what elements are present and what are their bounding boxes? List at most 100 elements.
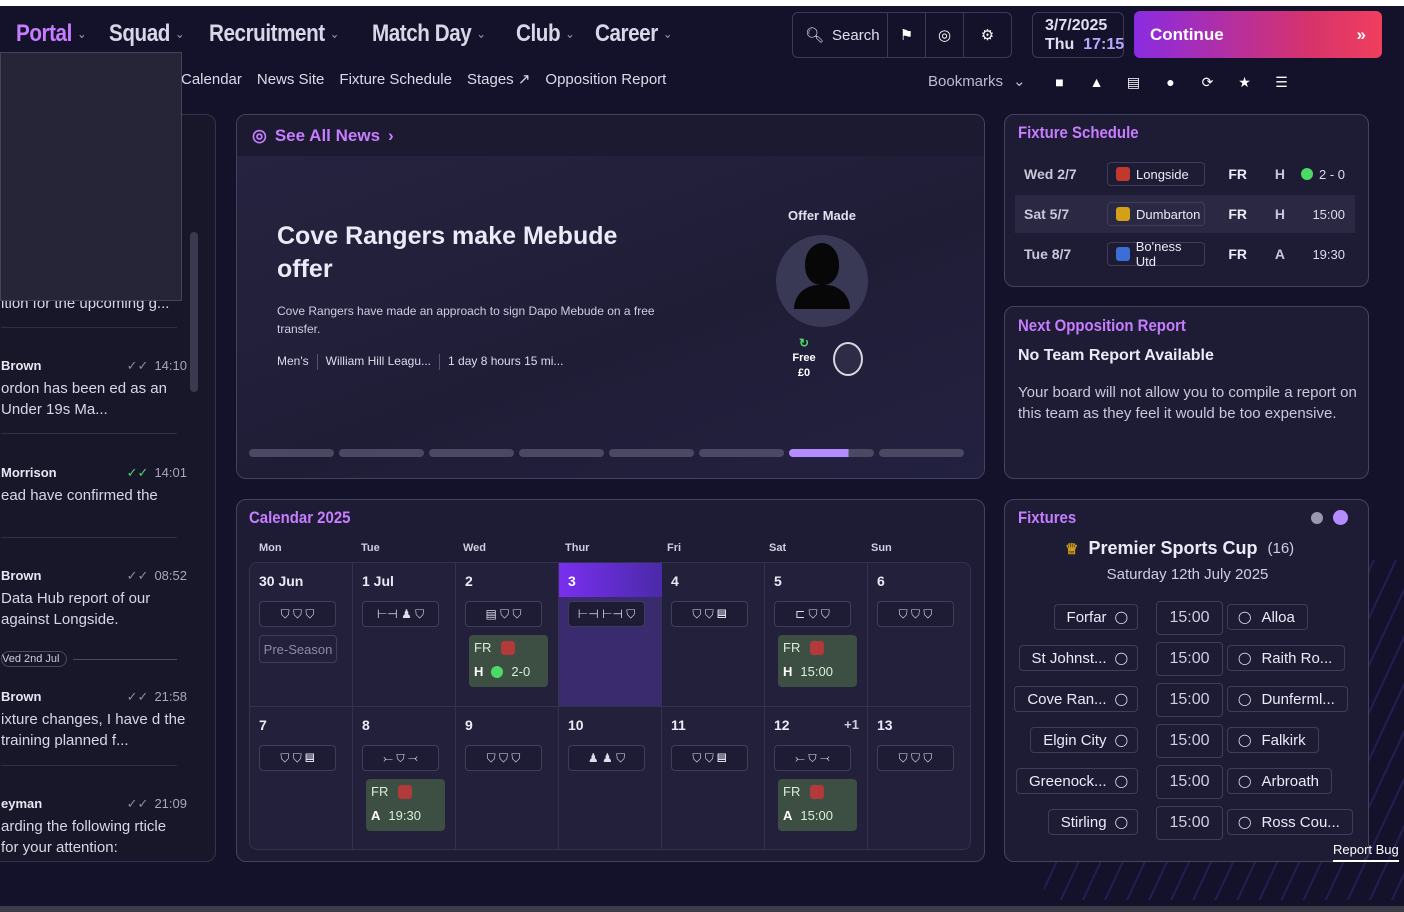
- message-item[interactable]: Brown ✓✓ 14:10 ordon has been ed as an Und…: [1, 355, 187, 420]
- date-display[interactable]: 3/7/2025 Thu 17:15: [1032, 12, 1124, 58]
- report-bug-link[interactable]: Report Bug: [1333, 842, 1399, 862]
- subnav-stages[interactable]: Stages ↗: [467, 70, 530, 88]
- away-team[interactable]: ◯ Dunferml...: [1227, 686, 1348, 712]
- calendar-day[interactable]: 1 Jul ⊢⊣ ♟ ⛉: [353, 563, 456, 707]
- away-team[interactable]: ◯ Falkirk: [1227, 727, 1319, 753]
- carousel-dot[interactable]: [519, 449, 604, 457]
- training-icons[interactable]: ♟ ♟ ⛉: [568, 745, 645, 771]
- training-icons[interactable]: ⤚ ⛉ ⤙: [774, 745, 851, 771]
- globe-icon[interactable]: ◎: [926, 13, 964, 57]
- nav-squad[interactable]: Squad ⌄: [109, 20, 184, 48]
- carousel-dot[interactable]: [339, 449, 424, 457]
- calendar-day[interactable]: 4 ⛉ ⛉ ▤: [662, 563, 765, 707]
- calendar-day[interactable]: 10 ♟ ♟ ⛉: [559, 707, 662, 849]
- home-team[interactable]: Stirling ◯: [1047, 809, 1138, 835]
- calendar-day[interactable]: 30 Jun ⛉ ⛉ ⛉ Pre-Season: [250, 563, 353, 707]
- carousel-dot[interactable]: [879, 449, 964, 457]
- match-card[interactable]: FR H 2-0: [469, 635, 548, 687]
- training-icons[interactable]: ⛉ ⛉ ⛉: [259, 601, 336, 627]
- calendar-day[interactable]: 13 ⛉ ⛉ ⛉: [868, 707, 970, 849]
- training-icons[interactable]: ⛉ ⛉ ⛉: [877, 601, 954, 627]
- training-icons[interactable]: ▤ ⛉ ⛉: [465, 601, 542, 627]
- panel-title[interactable]: Fixtures: [1018, 508, 1076, 528]
- training-icons[interactable]: ⛉ ⛉ ▤: [259, 745, 336, 771]
- home-team[interactable]: Greenock... ◯: [1016, 768, 1138, 794]
- away-team[interactable]: ◯ Alloa: [1227, 604, 1308, 630]
- nav-club[interactable]: Club ⌄: [516, 20, 575, 48]
- page-indicators[interactable]: [1311, 510, 1348, 525]
- panel-title[interactable]: Next Opposition Report: [1018, 316, 1186, 336]
- training-icons[interactable]: ⤚ ⛉ ⤙: [362, 745, 439, 771]
- search-button[interactable]: 🔍︎ Search: [793, 13, 888, 57]
- match-card[interactable]: FR H 15:00: [778, 635, 857, 687]
- fixture-row[interactable]: Sat 5/7 Dumbarton FR H 15:00: [1015, 195, 1355, 233]
- calendar-day[interactable]: 2 ▤ ⛉ ⛉ FR H 2-0: [456, 563, 559, 707]
- fixture-match[interactable]: St Johnst... ◯ 15:00 ◯ Raith Ro...: [1005, 641, 1370, 676]
- away-team[interactable]: ◯ Arbroath: [1227, 768, 1332, 794]
- away-team[interactable]: ◯ Raith Ro...: [1227, 645, 1346, 671]
- nav-recruitment[interactable]: Recruitment ⌄: [209, 20, 339, 48]
- carousel-dot[interactable]: [789, 449, 874, 457]
- carousel-dot[interactable]: [249, 449, 334, 457]
- subnav-news-site[interactable]: News Site: [257, 71, 325, 88]
- training-icons[interactable]: ⊢⊣ ♟ ⛉: [362, 601, 439, 627]
- fixture-row[interactable]: Tue 8/7 Bo'ness Utd FR A 19:30: [1015, 235, 1355, 273]
- chat-icon[interactable]: ■: [1046, 70, 1073, 94]
- database-icon[interactable]: ☰: [1268, 70, 1295, 94]
- scrollbar[interactable]: [190, 232, 198, 392]
- news-story[interactable]: Cove Rangers make Mebude offer Cove Rang…: [237, 156, 984, 478]
- subnav-calendar[interactable]: Calendar: [181, 71, 242, 88]
- calendar-day[interactable]: 5 ⊏ ⛉ ⛉ FR H 15:00: [765, 563, 868, 707]
- panel-title[interactable]: Calendar 2025: [249, 508, 350, 528]
- carousel-dot[interactable]: [429, 449, 514, 457]
- subnav-opposition-report[interactable]: Opposition Report: [545, 71, 666, 88]
- fixture-match[interactable]: Elgin City ◯ 15:00 ◯ Falkirk: [1005, 723, 1370, 758]
- calendar-day[interactable]: 8 ⤚ ⛉ ⤙ FR A 19:30: [353, 707, 456, 849]
- training-icons[interactable]: ⊢⊣ ⊢⊣ ⛉: [568, 601, 645, 627]
- home-team[interactable]: Forfar ◯: [1053, 604, 1138, 630]
- fixture-match[interactable]: Forfar ◯ 15:00 ◯ Alloa: [1005, 600, 1370, 635]
- nav-match-day[interactable]: Match Day ⌄: [372, 20, 486, 48]
- fixture-match[interactable]: Stirling ◯ 15:00 ◯ Ross Cou...: [1005, 805, 1370, 840]
- calendar-day[interactable]: 11 ⛉ ⛉ ▤: [662, 707, 765, 849]
- panel-title[interactable]: Fixture Schedule: [1018, 123, 1139, 143]
- scout-icon[interactable]: ●: [1157, 70, 1184, 94]
- training-icons[interactable]: ⛉ ⛉ ⛉: [877, 745, 954, 771]
- gear-icon[interactable]: ⚙: [964, 13, 1011, 57]
- continue-button[interactable]: Continue »: [1134, 11, 1382, 58]
- see-all-news-link[interactable]: ◎ See All News ›: [237, 115, 984, 156]
- clipboard-icon[interactable]: ▤: [1120, 70, 1147, 94]
- bookmarks-dropdown[interactable]: Bookmarks ⌄: [928, 72, 1026, 91]
- calendar-day[interactable]: 7 ⛉ ⛉ ▤: [250, 707, 353, 849]
- nav-portal[interactable]: Portal ⌄: [16, 20, 86, 48]
- training-icons[interactable]: ⊏ ⛉ ⛉: [774, 601, 851, 627]
- home-team[interactable]: Cove Ran... ◯: [1014, 686, 1138, 712]
- calendar-day[interactable]: 12 +1 ⤚ ⛉ ⤙ FR A 15:00: [765, 707, 868, 849]
- calendar-day[interactable]: 9 ⛉ ⛉ ⛉: [456, 707, 559, 849]
- message-item[interactable]: eyman ✓✓ 21:09 arding the following rticle…: [1, 793, 187, 858]
- home-team[interactable]: St Johnst... ◯: [1018, 645, 1138, 671]
- more-events-count[interactable]: +1: [844, 717, 859, 732]
- refresh-icon[interactable]: ⟳: [1194, 70, 1221, 94]
- home-team[interactable]: Elgin City ◯: [1030, 727, 1138, 753]
- fixture-row[interactable]: Wed 2/7 Longside FR H 2 - 0: [1015, 155, 1355, 193]
- trophy-icon[interactable]: ★: [1231, 70, 1258, 94]
- training-icons[interactable]: ⛉ ⛉ ▤: [671, 601, 748, 627]
- nav-career[interactable]: Career ⌄: [595, 20, 672, 48]
- calendar-day[interactable]: 6 ⛉ ⛉ ⛉: [868, 563, 970, 707]
- away-team[interactable]: ◯ Ross Cou...: [1227, 809, 1353, 835]
- training-icons[interactable]: ⛉ ⛉ ⛉: [465, 745, 542, 771]
- message-item[interactable]: Brown ✓✓ 08:52 Data Hub report of our agai…: [1, 565, 187, 630]
- fixture-match[interactable]: Cove Ran... ◯ 15:00 ◯ Dunferml...: [1005, 682, 1370, 717]
- match-card[interactable]: FR A 15:00: [778, 779, 857, 831]
- match-card[interactable]: FR A 19:30: [366, 779, 445, 831]
- shirt-icon[interactable]: ▲: [1083, 70, 1110, 94]
- calendar-day[interactable]: 3 ⊢⊣ ⊢⊣ ⛉: [559, 563, 662, 707]
- subnav-fixture-schedule[interactable]: Fixture Schedule: [339, 71, 452, 88]
- carousel-dot[interactable]: [699, 449, 784, 457]
- carousel-dot[interactable]: [609, 449, 694, 457]
- fixture-match[interactable]: Greenock... ◯ 15:00 ◯ Arbroath: [1005, 764, 1370, 799]
- training-icons[interactable]: ⛉ ⛉ ▤: [671, 745, 748, 771]
- message-item[interactable]: Morrison ✓✓ 14:01 ead have confirmed the: [1, 462, 187, 506]
- bookmark-icon[interactable]: ⚑: [888, 13, 926, 57]
